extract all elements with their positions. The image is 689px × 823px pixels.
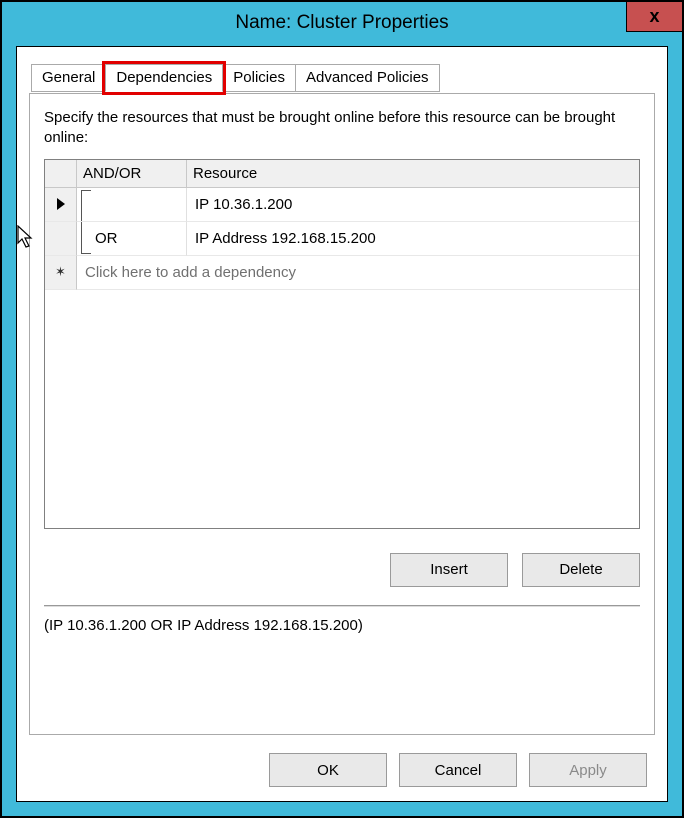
window-frame: Name: Cluster Properties x General Depen… [0, 0, 684, 818]
close-button[interactable]: x [626, 2, 682, 32]
tab-policies[interactable]: Policies [222, 64, 296, 92]
tab-general[interactable]: General [31, 64, 106, 92]
row-selector[interactable]: ✶ [45, 256, 77, 290]
row-selector[interactable] [45, 188, 77, 222]
grid-header-resource: Resource [187, 160, 639, 188]
tab-dependencies[interactable]: Dependencies [105, 64, 223, 92]
cell-andor[interactable]: OR [77, 222, 187, 256]
grid-row[interactable]: IP 10.36.1.200 [45, 188, 639, 222]
cancel-button[interactable]: Cancel [399, 753, 517, 787]
title-bar: Name: Cluster Properties x [2, 2, 682, 44]
tab-strip: General Dependencies Policies Advanced P… [31, 63, 439, 91]
grid-row[interactable]: OR IP Address 192.168.15.200 [45, 222, 639, 256]
grid-buttons: Insert Delete [44, 553, 640, 587]
cell-andor[interactable] [77, 188, 187, 222]
instruction-text: Specify the resources that must be broug… [44, 108, 640, 149]
grid-header-andor: AND/OR [77, 160, 187, 188]
ok-button[interactable]: OK [269, 753, 387, 787]
row-selector[interactable] [45, 222, 77, 256]
close-icon: x [649, 6, 659, 27]
cell-resource[interactable]: IP Address 192.168.15.200 [187, 222, 639, 256]
apply-button[interactable]: Apply [529, 753, 647, 787]
dependency-summary: (IP 10.36.1.200 OR IP Address 192.168.15… [44, 617, 640, 634]
client-area: General Dependencies Policies Advanced P… [16, 46, 668, 802]
dialog-buttons: OK Cancel Apply [269, 753, 647, 787]
separator [44, 605, 640, 607]
grid-header: AND/OR Resource [45, 160, 639, 188]
current-row-icon [57, 198, 65, 210]
dependencies-grid[interactable]: AND/OR Resource IP 10.36.1.200 OR [44, 159, 640, 529]
new-row-icon: ✶ [55, 264, 66, 280]
insert-button[interactable]: Insert [390, 553, 508, 587]
tab-panel-dependencies: Specify the resources that must be broug… [29, 93, 655, 735]
delete-button[interactable]: Delete [522, 553, 640, 587]
new-row-hint[interactable]: Click here to add a dependency [77, 256, 639, 290]
grid-new-row[interactable]: ✶ Click here to add a dependency [45, 256, 639, 290]
tab-advanced-policies[interactable]: Advanced Policies [295, 64, 440, 92]
window-title: Name: Cluster Properties [235, 12, 448, 34]
grid-header-handle [45, 160, 77, 188]
cell-resource[interactable]: IP 10.36.1.200 [187, 188, 639, 222]
